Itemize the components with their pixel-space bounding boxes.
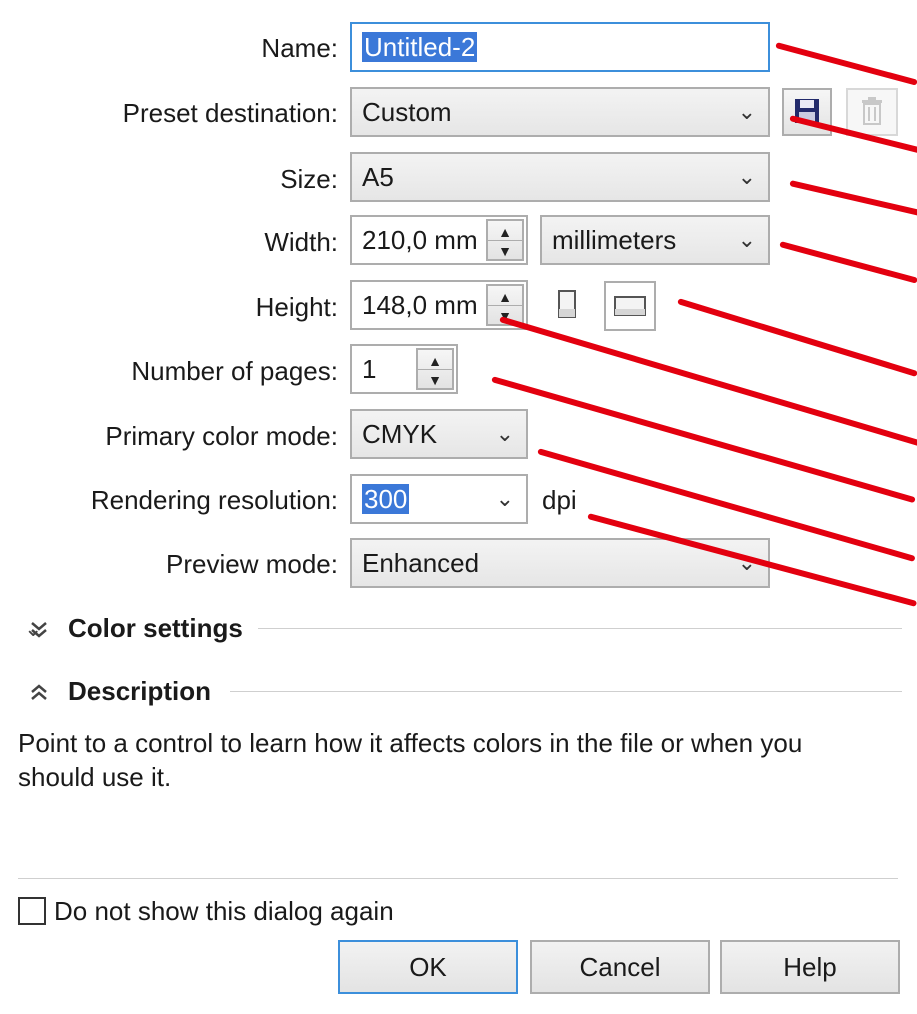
description-toggle[interactable] xyxy=(26,674,52,710)
color-mode-dropdown[interactable]: CMYK ⌄ xyxy=(350,409,528,459)
portrait-orientation-button[interactable] xyxy=(545,283,589,327)
spin-up-icon[interactable]: ▲ xyxy=(418,350,452,370)
expand-section-icon xyxy=(31,622,47,638)
do-not-show-checkbox[interactable] xyxy=(18,897,46,925)
annotation-line xyxy=(779,241,917,284)
size-label: Size: xyxy=(280,164,338,194)
units-value: millimeters xyxy=(552,225,677,255)
collapse-section-icon xyxy=(31,684,47,700)
name-input-value: Untitled-2 xyxy=(362,32,478,62)
size-dropdown[interactable]: A5 ⌄ xyxy=(350,152,770,202)
width-label: Width: xyxy=(264,227,338,257)
chevron-down-icon: ⌄ xyxy=(495,421,514,446)
portrait-orientation-icon xyxy=(558,290,576,318)
width-value: 210,0 mm xyxy=(362,225,478,255)
chevron-down-icon: ⌄ xyxy=(737,164,756,189)
resolution-label: Rendering resolution: xyxy=(90,485,338,515)
preset-destination-label: Preset destination: xyxy=(122,98,338,128)
section-divider xyxy=(258,628,902,629)
do-not-show-label[interactable]: Do not show this dialog again xyxy=(54,894,394,928)
preset-destination-dropdown[interactable]: Custom ⌄ xyxy=(350,87,770,137)
chevron-down-icon: ⌄ xyxy=(737,227,756,252)
pages-label: Number of pages: xyxy=(131,356,338,386)
spin-up-icon[interactable]: ▲ xyxy=(488,286,522,306)
name-input[interactable]: Untitled-2 xyxy=(350,22,770,72)
description-text: Point to a control to learn how it affec… xyxy=(18,728,803,792)
pages-value: 1 xyxy=(362,354,377,384)
resolution-unit: dpi xyxy=(542,485,577,515)
pages-spinner[interactable]: ▲ ▼ xyxy=(416,348,454,390)
preset-destination-value: Custom xyxy=(362,97,452,127)
width-spinner[interactable]: ▲ ▼ xyxy=(486,219,524,261)
color-settings-title[interactable]: Color settings xyxy=(68,611,243,645)
annotation-line xyxy=(775,42,917,86)
landscape-orientation-icon xyxy=(614,296,646,316)
color-mode-value: CMYK xyxy=(362,419,438,449)
height-value: 148,0 mm xyxy=(362,290,478,320)
units-dropdown[interactable]: millimeters ⌄ xyxy=(540,215,770,265)
resolution-combo[interactable]: 300 ⌄ xyxy=(350,474,528,524)
section-divider xyxy=(230,691,902,692)
spin-down-icon[interactable]: ▼ xyxy=(418,369,452,388)
ok-button[interactable]: OK xyxy=(338,940,518,994)
annotation-line xyxy=(499,316,917,447)
name-label: Name: xyxy=(261,33,338,63)
help-button[interactable]: Help xyxy=(720,940,900,994)
color-mode-label: Primary color mode: xyxy=(105,421,338,451)
spin-up-icon[interactable]: ▲ xyxy=(488,221,522,241)
chevron-down-icon: ⌄ xyxy=(495,486,514,511)
delete-preset-icon xyxy=(862,97,882,125)
description-title[interactable]: Description xyxy=(68,674,211,708)
footer-divider xyxy=(18,878,898,879)
spin-down-icon[interactable]: ▼ xyxy=(488,240,522,259)
color-settings-toggle[interactable] xyxy=(26,611,52,647)
height-label: Height: xyxy=(255,292,338,322)
preview-mode-value: Enhanced xyxy=(362,548,480,578)
size-value: A5 xyxy=(362,162,394,192)
resolution-value: 300 xyxy=(362,484,410,514)
annotation-line xyxy=(677,298,917,377)
delete-preset-button[interactable] xyxy=(846,88,898,136)
landscape-orientation-button[interactable] xyxy=(604,281,656,331)
cancel-button[interactable]: Cancel xyxy=(530,940,710,994)
chevron-down-icon: ⌄ xyxy=(737,99,756,124)
annotation-line xyxy=(789,180,917,217)
preview-mode-label: Preview mode: xyxy=(166,549,338,579)
